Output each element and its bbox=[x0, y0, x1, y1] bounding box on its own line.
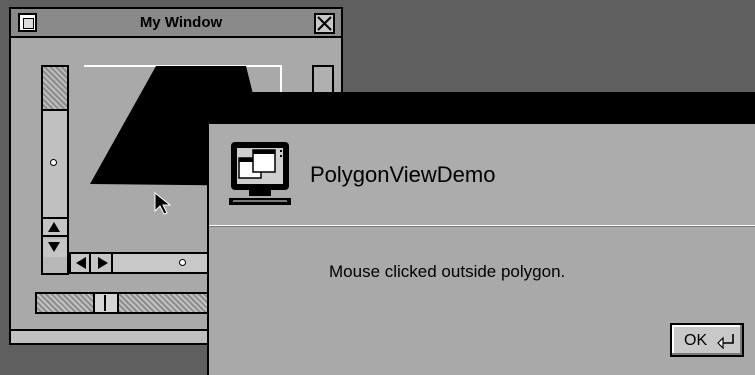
return-arrow-icon bbox=[717, 334, 734, 349]
mouse-cursor-icon bbox=[154, 192, 172, 215]
arrow-down-icon bbox=[48, 242, 60, 252]
alert-dialog: PolygonViewDemo Mouse clicked outside po… bbox=[207, 92, 755, 375]
ok-button-label: OK bbox=[684, 332, 708, 349]
scroll-up-button[interactable] bbox=[43, 219, 67, 237]
thumb-grip-icon bbox=[50, 159, 57, 166]
scroll-thumb[interactable] bbox=[43, 111, 67, 219]
scroll-right-button[interactable] bbox=[93, 254, 113, 272]
slider-knob[interactable] bbox=[93, 292, 119, 314]
scroll-left-button[interactable] bbox=[71, 254, 91, 272]
scroll-track[interactable] bbox=[43, 67, 67, 111]
computer-monitor-icon bbox=[229, 142, 291, 205]
slider[interactable] bbox=[35, 292, 220, 314]
horizontal-scrollbar[interactable] bbox=[69, 252, 229, 274]
arrow-left-icon bbox=[76, 257, 86, 269]
window-titlebar[interactable]: My Window bbox=[11, 9, 341, 38]
dialog-titlebar[interactable] bbox=[209, 94, 755, 124]
arrow-up-icon bbox=[48, 222, 60, 232]
ok-button[interactable]: OK bbox=[670, 323, 744, 357]
close-box-icon[interactable] bbox=[18, 13, 37, 32]
zoom-x-icon[interactable] bbox=[314, 13, 335, 34]
arrow-right-icon bbox=[98, 257, 108, 269]
dialog-app-name: PolygonViewDemo bbox=[310, 162, 496, 187]
vertical-scrollbar[interactable] bbox=[41, 65, 69, 275]
dialog-message: Mouse clicked outside polygon. bbox=[329, 262, 566, 281]
scroll-down-button[interactable] bbox=[43, 239, 67, 257]
thumb-grip-icon bbox=[179, 259, 186, 266]
window-title: My Window bbox=[139, 14, 223, 31]
